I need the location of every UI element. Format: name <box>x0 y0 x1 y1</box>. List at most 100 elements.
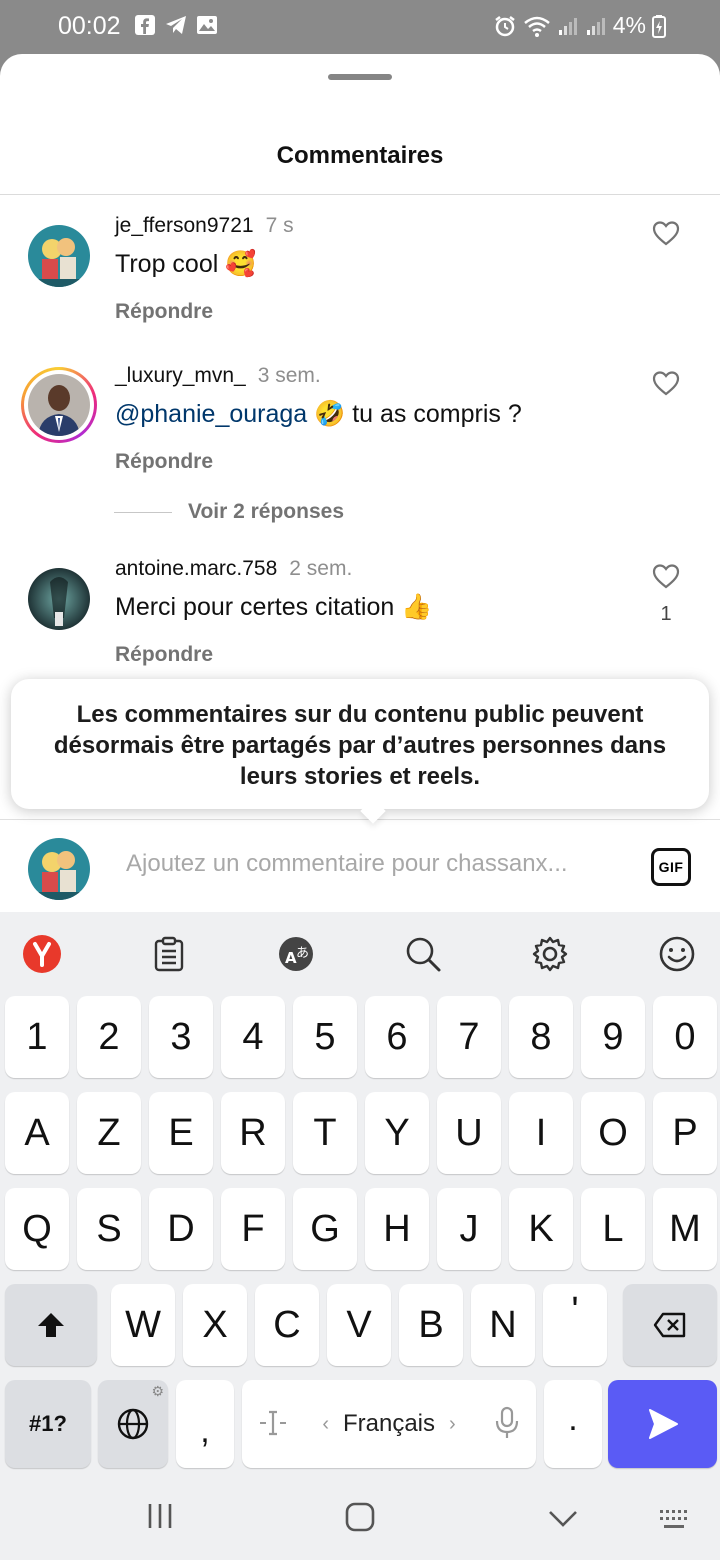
key-u[interactable]: U <box>437 1092 501 1174</box>
settings-icon[interactable] <box>530 934 570 974</box>
avatar-story-ring[interactable] <box>21 367 97 443</box>
key-a[interactable]: A <box>5 1092 69 1174</box>
alarm-icon <box>493 14 517 38</box>
key-m[interactable]: M <box>653 1188 717 1270</box>
key-2[interactable]: 2 <box>77 996 141 1078</box>
keyboard-switch-icon[interactable] <box>658 1508 692 1532</box>
key-k[interactable]: K <box>509 1188 573 1270</box>
comment-text: Merci pour certes citation 👍 <box>115 593 433 621</box>
translate-icon[interactable]: Aあ <box>276 934 316 974</box>
keyboard: Aあ 1 2 3 4 5 6 7 8 9 0 A Z E R T Y U I O… <box>0 912 720 1480</box>
space-language-label: Français <box>342 1410 436 1437</box>
key-0[interactable]: 0 <box>653 996 717 1078</box>
heart-icon[interactable] <box>652 563 680 594</box>
send-icon <box>648 1409 678 1439</box>
key-q[interactable]: Q <box>5 1188 69 1270</box>
key-t[interactable]: T <box>293 1092 357 1174</box>
key-f[interactable]: F <box>221 1188 285 1270</box>
key-b[interactable]: B <box>399 1284 463 1366</box>
divider <box>114 511 172 513</box>
gif-button[interactable]: GIF <box>651 848 691 886</box>
comment-username[interactable]: antoine.marc.758 <box>115 557 277 580</box>
language-key[interactable]: ⚙ <box>98 1380 168 1468</box>
comment-item: je_fferson9721 7 s Trop cool 🥰 Répondre <box>0 214 720 354</box>
key-apostrophe[interactable]: ' <box>543 1284 607 1366</box>
microphone-icon[interactable] <box>494 1406 520 1447</box>
key-9[interactable]: 9 <box>581 996 645 1078</box>
comment-username[interactable]: je_fferson9721 <box>115 214 254 237</box>
reply-button[interactable]: Répondre <box>115 643 213 667</box>
signal-icon <box>585 15 607 37</box>
telegram-icon <box>164 14 188 36</box>
yandex-icon[interactable] <box>22 934 62 974</box>
period-key[interactable]: . <box>544 1380 602 1468</box>
key-x[interactable]: X <box>183 1284 247 1366</box>
key-o[interactable]: O <box>581 1092 645 1174</box>
comments-sheet: Commentaires je_fferson9721 7 s Trop cool… <box>0 54 720 912</box>
key-p[interactable]: P <box>653 1092 717 1174</box>
key-1[interactable]: 1 <box>5 996 69 1078</box>
chevron-left-icon: ‹ <box>322 1412 329 1435</box>
key-c[interactable]: C <box>255 1284 319 1366</box>
reply-button[interactable]: Répondre <box>115 450 213 474</box>
key-l[interactable]: L <box>581 1188 645 1270</box>
key-r[interactable]: R <box>221 1092 285 1174</box>
space-key[interactable]: ‹ Français › <box>242 1380 536 1468</box>
comment-time: 2 sem. <box>289 557 353 580</box>
key-n[interactable]: N <box>471 1284 535 1366</box>
comment-username[interactable]: _luxury_mvn_ <box>115 364 246 387</box>
key-5[interactable]: 5 <box>293 996 357 1078</box>
reply-button[interactable]: Répondre <box>115 300 213 324</box>
shift-icon <box>38 1313 64 1337</box>
back-chevron-down-icon[interactable] <box>548 1510 578 1528</box>
key-8[interactable]: 8 <box>509 996 573 1078</box>
view-replies-button[interactable]: Voir 2 réponses <box>114 500 344 524</box>
key-6[interactable]: 6 <box>365 996 429 1078</box>
key-h[interactable]: H <box>365 1188 429 1270</box>
signal-icon <box>557 15 579 37</box>
key-j[interactable]: J <box>437 1188 501 1270</box>
clipboard-icon[interactable] <box>149 934 189 974</box>
battery-text: 4% <box>612 12 646 38</box>
key-d[interactable]: D <box>149 1188 213 1270</box>
gear-icon: ⚙ <box>151 1383 164 1399</box>
wifi-icon <box>523 14 551 38</box>
status-time: 00:02 <box>58 12 121 40</box>
symbols-key[interactable]: #1? <box>5 1380 91 1468</box>
heart-icon[interactable] <box>652 370 680 401</box>
comma-key[interactable]: , <box>176 1380 234 1468</box>
search-icon[interactable] <box>403 934 443 974</box>
keyboard-toolbar: Aあ <box>0 912 720 994</box>
key-w[interactable]: W <box>111 1284 175 1366</box>
sheet-drag-handle[interactable] <box>328 74 392 80</box>
comment-mention[interactable]: @phanie_ouraga <box>115 400 307 428</box>
avatar[interactable] <box>28 568 90 630</box>
send-key[interactable] <box>608 1380 717 1468</box>
comment-time: 3 sem. <box>257 364 321 387</box>
comment-input[interactable] <box>126 850 636 878</box>
key-4[interactable]: 4 <box>221 996 285 1078</box>
facebook-icon <box>134 14 156 36</box>
comment-text: 🤣 tu as compris ? <box>307 400 522 428</box>
divider <box>0 194 720 195</box>
key-y[interactable]: Y <box>365 1092 429 1174</box>
view-replies-label: Voir 2 réponses <box>188 500 345 523</box>
emoji-icon[interactable] <box>657 934 697 974</box>
key-i[interactable]: I <box>509 1092 573 1174</box>
avatar <box>28 374 90 436</box>
key-7[interactable]: 7 <box>437 996 501 1078</box>
home-button[interactable] <box>344 1502 376 1532</box>
key-s[interactable]: S <box>77 1188 141 1270</box>
key-e[interactable]: E <box>149 1092 213 1174</box>
status-bar: 00:02 4% <box>0 0 720 54</box>
key-v[interactable]: V <box>327 1284 391 1366</box>
shift-key[interactable] <box>5 1284 97 1366</box>
backspace-key[interactable] <box>623 1284 717 1366</box>
key-g[interactable]: G <box>293 1188 357 1270</box>
avatar[interactable] <box>28 225 90 287</box>
heart-icon[interactable] <box>652 220 680 251</box>
comment-time: 7 s <box>265 214 294 237</box>
recents-button[interactable] <box>146 1502 174 1530</box>
key-z[interactable]: Z <box>77 1092 141 1174</box>
key-3[interactable]: 3 <box>149 996 213 1078</box>
